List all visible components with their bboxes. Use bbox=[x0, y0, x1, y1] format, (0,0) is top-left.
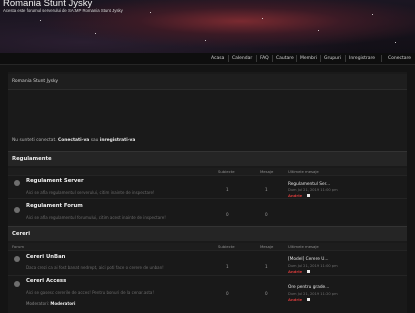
nav-membri[interactable]: Membri bbox=[300, 56, 317, 61]
nav-calendar[interactable]: Calendar bbox=[232, 56, 252, 61]
breadcrumb-home-link[interactable]: Romania Stunt Jysky bbox=[12, 79, 58, 84]
forum-description: Aici se gasesc cererile de acces! Pentru… bbox=[26, 290, 154, 295]
banner-star bbox=[205, 40, 206, 41]
view-latest-post-icon[interactable] bbox=[307, 298, 310, 301]
category-header: Cereri bbox=[8, 226, 407, 241]
col-last-post: Ultimele mesaje bbox=[288, 169, 319, 174]
nav-acasa[interactable]: Acasa bbox=[211, 56, 224, 61]
banner-star bbox=[372, 14, 373, 15]
forum-status-icon bbox=[14, 256, 20, 262]
forum-name[interactable]: Cereri Access bbox=[26, 278, 66, 284]
last-post-title[interactable]: Regulamentul Ser... bbox=[288, 182, 330, 187]
category-header: Regulamente bbox=[8, 151, 407, 166]
breadcrumb: Romania Stunt Jysky bbox=[8, 74, 407, 90]
forum-status-icon bbox=[14, 281, 20, 287]
forum-description: Aici se afla regulamentul forumului, cit… bbox=[26, 215, 166, 220]
forum-description: Daca crezi ca ai fost banat nedrept, aic… bbox=[26, 265, 164, 270]
moderator-link[interactable]: Moderatori bbox=[50, 301, 75, 306]
login-notice: Nu sunteti conectat. Conectati-va sau in… bbox=[12, 138, 135, 143]
banner-star bbox=[262, 18, 263, 19]
last-post-title[interactable]: Ore pentru grade... bbox=[288, 285, 329, 290]
forum-row: Regulament Forum Aici se afla regulament… bbox=[8, 198, 407, 224]
register-link[interactable]: inregistrati-va bbox=[100, 138, 136, 143]
view-latest-post-icon[interactable] bbox=[307, 194, 310, 197]
forum-row: Cereri UnBan Daca crezi ca ai fost banat… bbox=[8, 250, 407, 276]
category-title[interactable]: Cereri bbox=[12, 231, 30, 237]
banner-star bbox=[95, 33, 96, 34]
banner-star bbox=[395, 42, 396, 43]
forum-name[interactable]: Regulament Server bbox=[26, 178, 84, 184]
nav-separator bbox=[381, 55, 382, 62]
nav-conectare[interactable]: Conectare bbox=[388, 56, 411, 61]
forum-posts-count: 0 bbox=[265, 212, 268, 217]
nav-separator bbox=[345, 55, 346, 62]
col-topics: Subiecte bbox=[218, 169, 235, 174]
col-posts: Mesaje bbox=[260, 169, 274, 174]
nav-separator bbox=[320, 55, 321, 62]
banner-star bbox=[318, 30, 319, 31]
forum-posts-count: 1 bbox=[265, 187, 268, 192]
column-headers: Subiecte Mesaje Ultimele mesaje bbox=[8, 168, 407, 175]
header-banner: Romania Stunt Jysky Acesta este forumul … bbox=[0, 0, 415, 53]
login-link[interactable]: Conectati-va bbox=[58, 138, 89, 143]
login-middle: sau bbox=[90, 138, 99, 143]
forum-topics-count: 1 bbox=[226, 187, 229, 192]
banner-star bbox=[150, 12, 151, 13]
nav-cautare[interactable]: Cautare bbox=[276, 56, 294, 61]
col-topics: Subiecte bbox=[218, 244, 235, 249]
col-forum: Forum bbox=[12, 244, 25, 249]
forum-posts-count: 1 bbox=[265, 264, 268, 269]
forum-topics-count: 0 bbox=[226, 291, 229, 296]
col-posts: Mesaje bbox=[260, 244, 274, 249]
last-post-date: Dum Jul 21, 2019 11:20 pm bbox=[288, 292, 338, 296]
forum-posts-count: 0 bbox=[265, 291, 268, 296]
column-headers: Forum Subiecte Mesaje Ultimele mesaje bbox=[8, 243, 407, 250]
nav-faq[interactable]: FAQ bbox=[260, 56, 269, 61]
forum-status-icon bbox=[14, 180, 20, 186]
nav-separator bbox=[272, 55, 273, 62]
last-post-date: Dum Jul 21, 2019 11:00 pm bbox=[288, 188, 338, 192]
banner-star bbox=[40, 20, 41, 21]
nav-separator bbox=[228, 55, 229, 62]
forum-name[interactable]: Regulament Forum bbox=[26, 203, 83, 209]
forum-moderators: Moderatori: Moderatori bbox=[26, 301, 75, 306]
view-latest-post-icon[interactable] bbox=[307, 270, 310, 273]
login-prefix: Nu sunteti conectat. bbox=[12, 138, 57, 143]
forum-topics-count: 1 bbox=[226, 264, 229, 269]
forum-topics-count: 0 bbox=[226, 212, 229, 217]
nav-grupuri[interactable]: Grupuri bbox=[324, 56, 341, 61]
forum-status-icon bbox=[14, 207, 20, 213]
forum-row: Regulament Server Aici se afla regulamen… bbox=[8, 175, 407, 199]
forum-description: Aici se afla regulamentul serverului, ci… bbox=[26, 190, 155, 195]
last-post-author[interactable]: Andrie bbox=[288, 297, 302, 302]
nav-separator bbox=[296, 55, 297, 62]
last-post-author[interactable]: Andrie bbox=[288, 269, 302, 274]
site-description: Acesta este forumul serverului de SA:MP … bbox=[3, 8, 123, 13]
main-navbar: Acasa Calendar FAQ Cautare Membri Grupur… bbox=[0, 53, 415, 65]
moderators-label: Moderatori: bbox=[26, 301, 50, 306]
last-post-title[interactable]: [Model] Cerere U... bbox=[288, 257, 329, 262]
forum-name[interactable]: Cereri UnBan bbox=[26, 254, 65, 260]
col-last-post: Ultimele mesaje bbox=[288, 244, 319, 249]
category-title[interactable]: Regulamente bbox=[12, 156, 52, 162]
nav-inregistrare[interactable]: Inregistrare bbox=[349, 56, 375, 61]
nav-separator bbox=[256, 55, 257, 62]
last-post-date: Dum Jul 21, 2019 11:00 pm bbox=[288, 264, 338, 268]
forum-row: Cereri Access Aici se gasesc cererile de… bbox=[8, 275, 407, 313]
